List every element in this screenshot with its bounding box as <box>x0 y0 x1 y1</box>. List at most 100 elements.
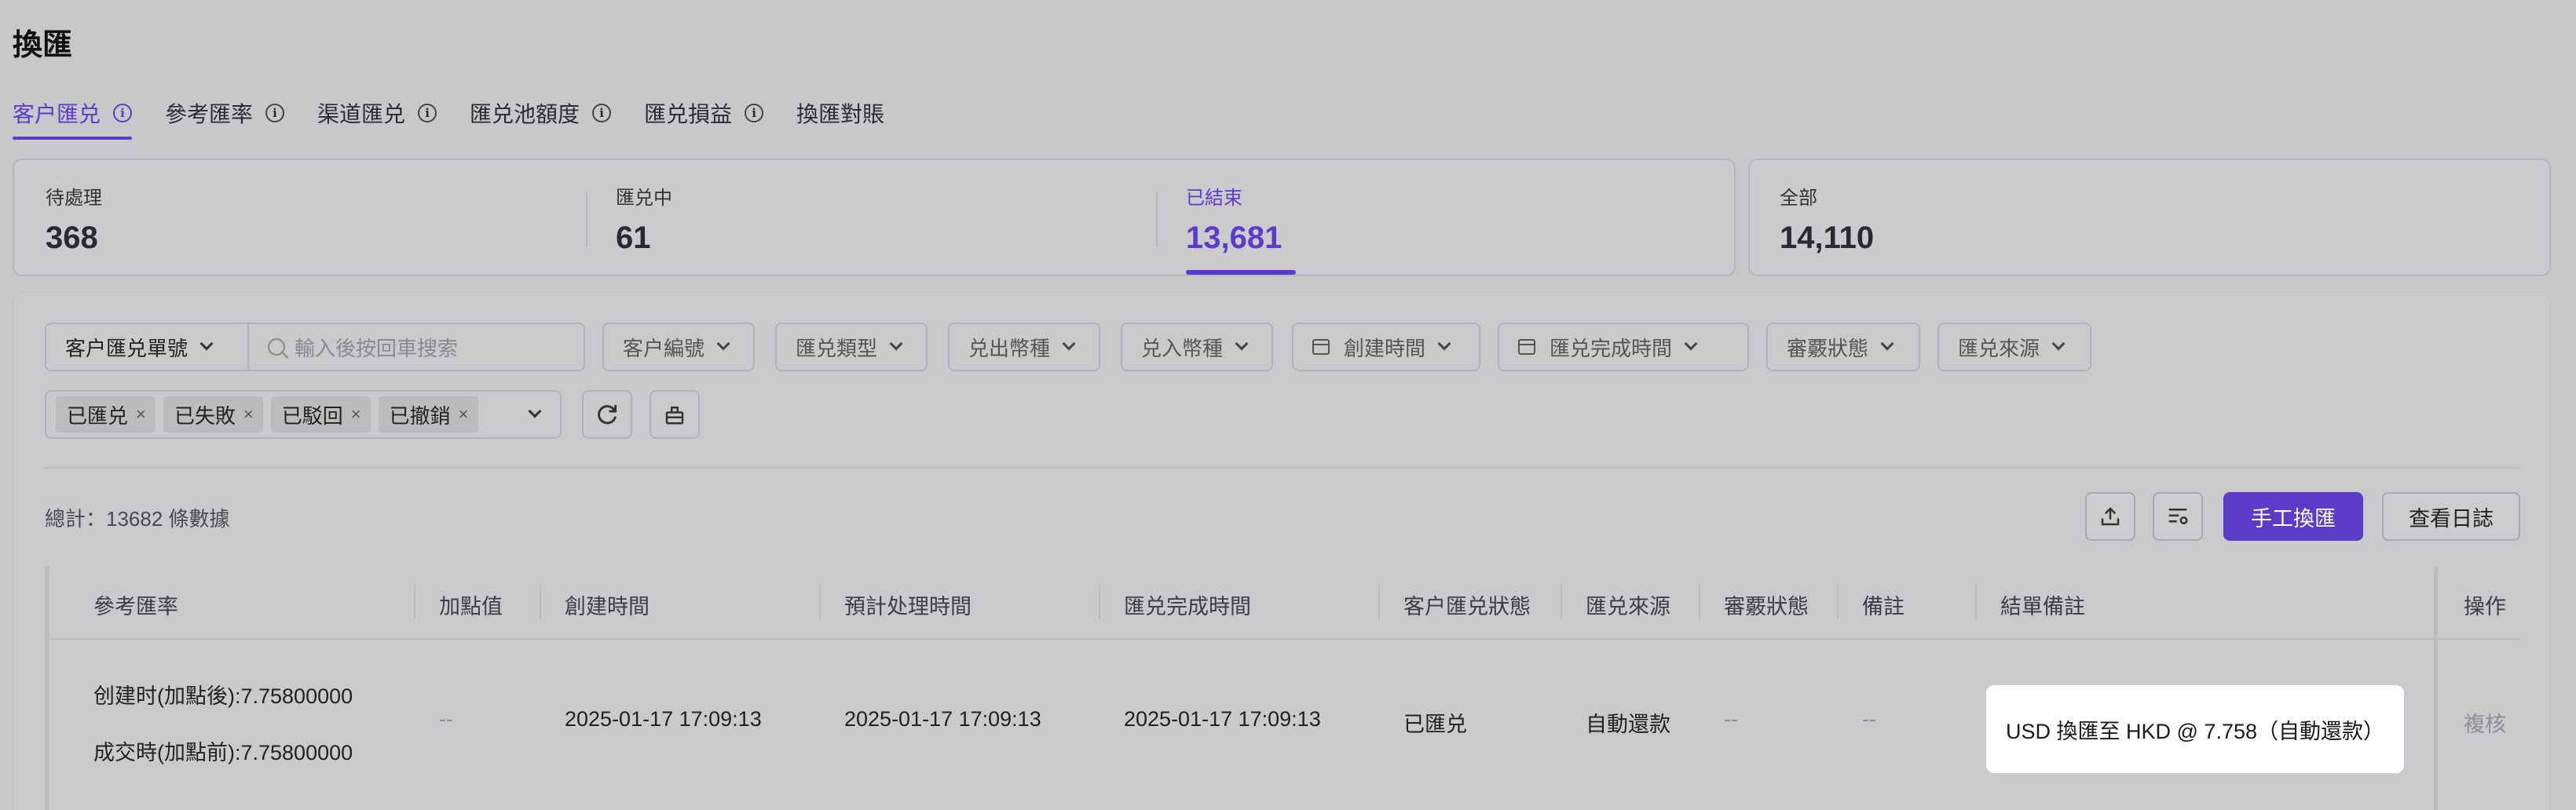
column-header[interactable]: 預計处理時間 <box>844 589 971 620</box>
close-icon[interactable]: × <box>459 404 469 425</box>
rate-before-markup: 成交時(加點前):7.75800000 <box>93 741 353 764</box>
column-header[interactable]: 匯兑完成時間 <box>1124 589 1251 620</box>
status-tag: 已失敗 × <box>163 396 263 432</box>
tab-reconciliation[interactable]: 換匯對賬 <box>796 86 884 140</box>
remark: -- <box>1862 707 1876 731</box>
search-placeholder: 輸入後按回車搜索 <box>295 336 459 360</box>
chevron-down-icon <box>1880 337 1894 351</box>
column-header[interactable]: 客户匯兑狀態 <box>1403 589 1531 620</box>
stat-in-progress[interactable]: 匯兑中 61 <box>616 182 672 256</box>
chevron-down-icon <box>1437 337 1451 351</box>
tab-customer-exchange[interactable]: 客户匯兑 i <box>13 86 133 140</box>
tab-pool-quota[interactable]: 匯兑池額度 i <box>470 86 612 140</box>
manual-exchange-button[interactable]: 手工換匯 <box>2223 492 2363 541</box>
stat-pending[interactable]: 待處理 368 <box>46 182 102 256</box>
tab-bar: 客户匯兑 i 參考匯率 i 渠道匯兑 i 匯兑池額度 i 匯兑損益 i 換匯對賬 <box>13 86 917 140</box>
table-header: 參考匯率 加點值 創建時間 預計处理時間 匯兑完成時間 客户匯兑狀態 匯兑來源 … <box>45 566 2520 640</box>
view-log-button[interactable]: 查看日誌 <box>2382 492 2520 541</box>
column-header[interactable]: 參考匯率 <box>93 589 178 620</box>
tab-label: 參考匯率 <box>165 102 254 126</box>
filter-review-status[interactable]: 審覈狀態 <box>1766 323 1920 371</box>
info-icon[interactable]: i <box>592 104 612 122</box>
info-icon[interactable]: i <box>745 104 764 122</box>
column-divider <box>540 585 541 619</box>
tab-label: 換匯對賬 <box>796 102 885 126</box>
stat-all[interactable]: 全部 14,110 <box>1780 182 1874 256</box>
review-action-link[interactable]: 複核 <box>2464 707 2506 738</box>
exchange-status: 已匯兑 <box>1403 713 1467 736</box>
tab-label: 匯兑損益 <box>644 102 733 126</box>
tab-channel-exchange[interactable]: 渠道匯兑 i <box>317 86 437 140</box>
close-remark: USD 換匯至 HKD @ 7.758（自動還款） <box>1986 685 2404 773</box>
column-settings-button[interactable] <box>2153 492 2203 541</box>
column-divider <box>1378 585 1380 619</box>
column-header[interactable]: 結單備註 <box>2000 589 2085 620</box>
column-header[interactable]: 加點值 <box>439 589 503 620</box>
status-tag: 已駁回 × <box>270 396 371 432</box>
settings-list-icon <box>2168 509 2188 524</box>
filter-customer-no[interactable]: 客户編號 <box>602 323 755 371</box>
stat-value: 61 <box>616 221 651 255</box>
tab-exchange-pnl[interactable]: 匯兑損益 i <box>644 86 764 140</box>
order-search-combo: 客户匯兑單號 輸入後按回車搜索 <box>45 323 585 371</box>
calendar-icon <box>1518 339 1535 355</box>
info-icon[interactable]: i <box>418 104 437 122</box>
close-icon[interactable]: × <box>243 404 254 425</box>
status-multiselect[interactable]: 已匯兑 × 已失敗 × 已駁回 × 已撤銷 × <box>45 390 562 439</box>
total-count: 總計：13682 條數據 <box>45 507 230 531</box>
info-icon[interactable]: i <box>113 104 133 122</box>
list-panel: 客户匯兑單號 輸入後按回車搜索 客户編號 匯兑類型 兑出幣種 兑入幣種 創建時間… <box>13 292 2551 810</box>
chevron-down-icon <box>716 337 730 351</box>
filter-label: 兑入幣種 <box>1141 336 1224 360</box>
info-icon[interactable]: i <box>265 104 285 122</box>
divider <box>1156 192 1158 246</box>
close-icon[interactable]: × <box>351 404 361 425</box>
review-status: -- <box>1724 707 1738 731</box>
filter-exchange-type[interactable]: 匯兑類型 <box>775 323 928 371</box>
stat-label: 匯兑中 <box>616 188 672 209</box>
export-button[interactable] <box>2085 492 2135 541</box>
exchange-table: 參考匯率 加點值 創建時間 預計处理時間 匯兑完成時間 客户匯兑狀態 匯兑來源 … <box>45 566 2520 810</box>
tag-label: 已撤銷 <box>389 403 451 428</box>
filter-completed-time[interactable]: 匯兑完成時間 <box>1498 323 1749 371</box>
tab-label: 渠道匯兑 <box>317 102 406 126</box>
exchange-source: 自動還款 <box>1586 713 1670 736</box>
column-header[interactable]: 備註 <box>1862 589 1905 620</box>
refresh-button[interactable] <box>582 390 632 439</box>
search-input[interactable]: 輸入後按回車搜索 <box>249 333 458 362</box>
filter-source[interactable]: 匯兑來源 <box>1937 323 2091 371</box>
filter-sell-currency[interactable]: 兑出幣種 <box>948 323 1100 371</box>
status-summary-card: 待處理 368 匯兑中 61 已結束 13,681 <box>13 159 1736 276</box>
close-icon[interactable]: × <box>136 404 146 425</box>
column-divider <box>1099 585 1100 619</box>
tab-reference-rate[interactable]: 參考匯率 i <box>165 86 285 140</box>
filter-label: 匯兑類型 <box>796 336 878 360</box>
tag-label: 已匯兑 <box>67 403 129 428</box>
filter-label: 匯兑完成時間 <box>1550 336 1673 360</box>
rate-after-markup: 创建时(加點後):7.75800000 <box>93 684 353 708</box>
column-header[interactable]: 創建時間 <box>565 589 649 620</box>
filter-buy-currency[interactable]: 兑入幣種 <box>1121 323 1273 371</box>
broom-icon <box>665 407 684 425</box>
stat-finished[interactable]: 已結束 13,681 <box>1186 182 1297 275</box>
column-divider <box>1561 585 1562 619</box>
markup-value: -- <box>439 707 453 731</box>
column-divider <box>819 585 821 619</box>
search-icon <box>268 338 285 356</box>
chevron-down-icon <box>1235 337 1249 351</box>
chevron-down-icon <box>2051 337 2066 351</box>
clear-filters-button[interactable] <box>649 390 700 439</box>
status-tag: 已匯兑 × <box>56 396 156 432</box>
column-divider <box>1975 585 1977 619</box>
page-title: 換匯 <box>13 29 73 62</box>
column-header[interactable]: 匯兑來源 <box>1586 589 1670 620</box>
order-type-select[interactable]: 客户匯兑單號 <box>46 324 249 370</box>
column-header[interactable]: 審覈狀態 <box>1724 589 1809 620</box>
chevron-down-icon <box>1062 337 1076 351</box>
filter-label: 匯兑來源 <box>1958 336 2040 360</box>
tab-label: 客户匯兑 <box>13 102 101 126</box>
column-divider <box>1699 585 1700 619</box>
stat-value: 368 <box>46 221 98 255</box>
stat-label: 全部 <box>1780 188 1817 209</box>
filter-created-time[interactable]: 創建時間 <box>1292 323 1480 371</box>
